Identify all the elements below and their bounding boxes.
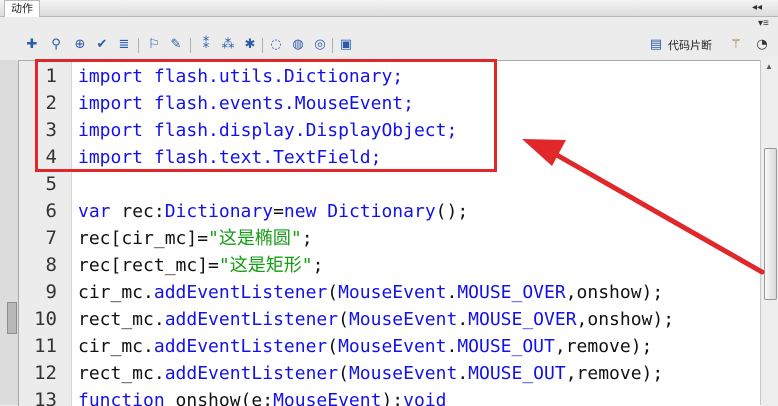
annotation-arrow: [522, 139, 765, 275]
arrow-shaft: [545, 147, 765, 275]
arrow-head: [522, 139, 566, 166]
